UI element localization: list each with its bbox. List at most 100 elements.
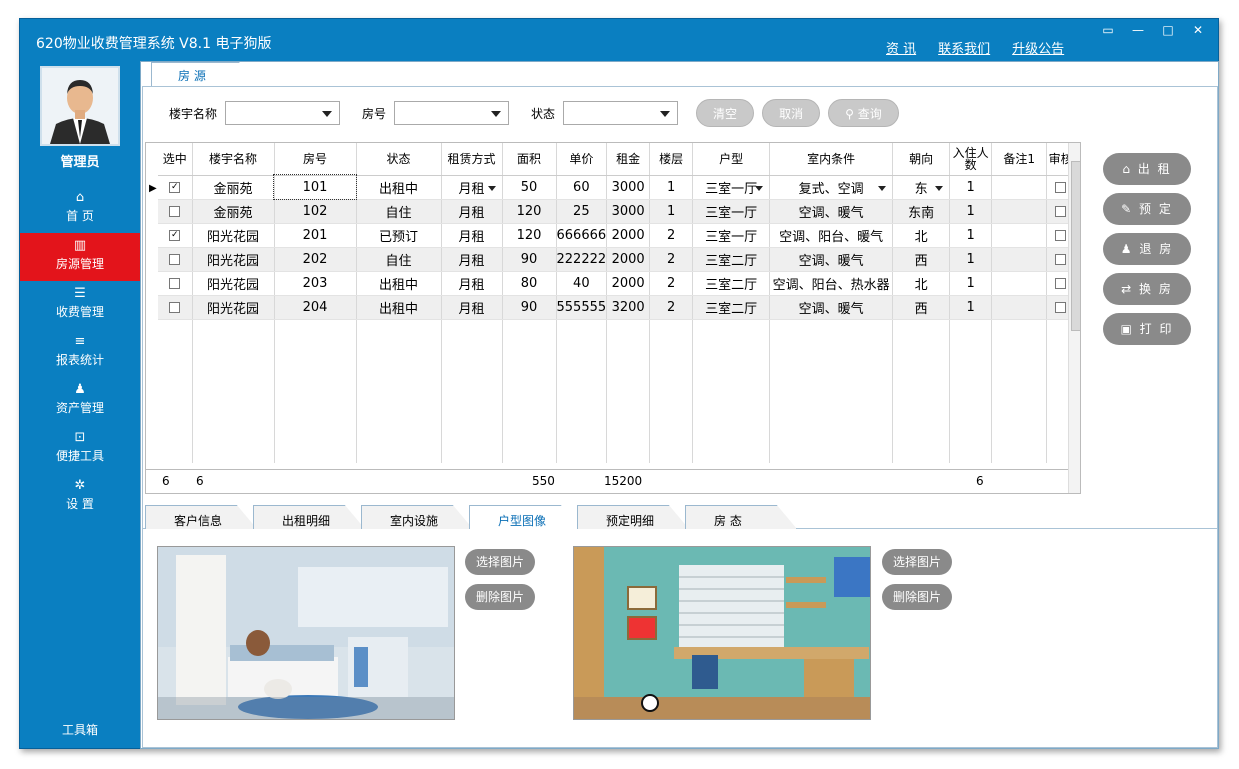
col-header[interactable]: 选中 — [158, 143, 193, 176]
cell-rent[interactable]: 3000 — [606, 199, 651, 224]
cell-facing[interactable]: 东南 — [892, 199, 951, 224]
cell-layout[interactable]: 三室二厅 — [692, 271, 771, 296]
cell-building[interactable]: 阳光花园 — [192, 247, 275, 272]
cell-note[interactable] — [991, 271, 1048, 296]
tab-facilities[interactable]: 室内设施 — [361, 505, 473, 529]
cell-lease[interactable]: 月租 — [441, 247, 503, 272]
cell-area[interactable]: 80 — [502, 271, 557, 296]
col-header[interactable]: 户型 — [692, 143, 771, 176]
table-row[interactable]: 阳光花园 202 自住 月租 90 222222 2000 2 三室二厅 空调、暖气西 1 — [158, 247, 1076, 272]
row-select-cell[interactable] — [158, 295, 193, 320]
vertical-scrollbar[interactable] — [1068, 143, 1080, 493]
cell-floor[interactable]: 1 — [649, 175, 694, 200]
row-checkbox[interactable] — [169, 205, 181, 217]
status-select[interactable] — [563, 101, 679, 125]
row-select-cell[interactable] — [158, 247, 193, 272]
maximize-icon[interactable]: □ — [1154, 22, 1182, 40]
cell-facing[interactable]: 北 — [892, 223, 951, 248]
tab-floorplan-image[interactable]: 户型图像 — [469, 505, 581, 529]
room-select[interactable] — [394, 101, 510, 125]
nav-item-property[interactable]: ▥ 房源管理 — [20, 233, 140, 281]
close-icon[interactable]: ✕ — [1184, 22, 1212, 40]
nav-item-report[interactable]: ≡ 报表统计 — [20, 329, 140, 377]
cell-floor[interactable]: 2 — [649, 295, 694, 320]
row-checkbox[interactable] — [169, 253, 181, 265]
cell-layout[interactable]: 三室一厅 — [692, 199, 771, 224]
cell-status[interactable]: 自住 — [356, 247, 442, 272]
select-image-button-2[interactable]: 选择图片 — [882, 549, 952, 575]
cell-floor[interactable]: 2 — [649, 271, 694, 296]
col-header[interactable]: 面积 — [502, 143, 557, 176]
cell-layout[interactable]: 三室二厅 — [692, 295, 771, 320]
cell-status[interactable]: 出租中 — [356, 175, 442, 200]
audit-checkbox[interactable] — [1055, 301, 1067, 313]
nav-item-tools[interactable]: ⊡ 便捷工具 — [20, 425, 140, 473]
cell-people[interactable]: 1 — [949, 199, 993, 224]
col-header[interactable]: 楼层 — [649, 143, 694, 176]
cell-facing[interactable]: 北 — [892, 271, 951, 296]
cell-rent[interactable]: 3000 — [606, 175, 651, 200]
tab-rent-detail[interactable]: 出租明细 — [253, 505, 365, 529]
col-header[interactable]: 室内条件 — [769, 143, 894, 176]
cell-building[interactable]: 金丽苑 — [192, 175, 275, 200]
nav-item-settings[interactable]: ✲ 设 置 — [20, 473, 140, 521]
cell-cond[interactable]: 空调、暖气 — [769, 247, 894, 272]
cell-price[interactable]: 222222 — [556, 247, 608, 272]
cell-status[interactable]: 已预订 — [356, 223, 442, 248]
cell-people[interactable]: 1 — [949, 223, 993, 248]
cell-rent[interactable]: 3200 — [606, 295, 651, 320]
cell-price[interactable]: 666666 — [556, 223, 608, 248]
cell-status[interactable]: 出租中 — [356, 271, 442, 296]
col-header[interactable]: 备注1 — [991, 143, 1048, 176]
row-select-cell[interactable] — [158, 271, 193, 296]
tab-property[interactable]: 房 源 — [151, 62, 261, 88]
table-row[interactable]: 金丽苑 102 自住 月租 120 25 3000 1 三室一厅 空调、暖气 东南 1 — [158, 199, 1076, 224]
col-header[interactable]: 朝向 — [892, 143, 951, 176]
table-row[interactable]: 阳光花园 204 出租中 月租 90 555555 3200 2 三室二厅 空调、暖气西 1 — [158, 295, 1076, 320]
scroll-thumb[interactable] — [1071, 161, 1080, 331]
building-select[interactable] — [225, 101, 341, 125]
menu-icon[interactable]: ▭ — [1094, 22, 1122, 40]
cell-cond[interactable]: 空调、暖气 — [769, 295, 894, 320]
cell-facing[interactable]: 西 — [892, 295, 951, 320]
nav-item-asset[interactable]: ♟ 资产管理 — [20, 377, 140, 425]
cell-note[interactable] — [991, 247, 1048, 272]
cell-building[interactable]: 阳光花园 — [192, 271, 275, 296]
cell-area[interactable]: 120 — [502, 199, 557, 224]
row-checkbox[interactable] — [169, 301, 181, 313]
reserve-button[interactable]: ✎ 预 定 — [1103, 193, 1191, 225]
cell-room[interactable]: 204 — [274, 295, 357, 320]
col-header[interactable]: 租金 — [606, 143, 651, 176]
checkout-button[interactable]: ♟ 退 房 — [1103, 233, 1191, 265]
delete-image-button-1[interactable]: 删除图片 — [465, 584, 535, 610]
cell-building[interactable]: 金丽苑 — [192, 199, 275, 224]
query-button[interactable]: ⚲ 查询 — [828, 99, 899, 127]
clear-button[interactable]: 清空 — [696, 99, 755, 127]
cell-rent[interactable]: 2000 — [606, 247, 651, 272]
cell-price[interactable]: 40 — [556, 271, 608, 296]
row-select-cell[interactable]: ✓ — [158, 223, 193, 248]
cell-lease[interactable]: 月租 — [441, 199, 503, 224]
cell-people[interactable]: 1 — [949, 295, 993, 320]
cell-status[interactable]: 自住 — [356, 199, 442, 224]
cell-area[interactable]: 50 — [502, 175, 557, 200]
cell-layout[interactable]: 三室一厅 — [692, 223, 771, 248]
table-row[interactable]: 阳光花园 203 出租中 月租 80 40 2000 2 三室二厅 空调、阳台、热水器北 1 — [158, 271, 1076, 296]
tab-reserve-detail[interactable]: 预定明细 — [577, 505, 689, 529]
col-header[interactable]: 单价 — [556, 143, 608, 176]
table-row[interactable]: ✓ 阳光花园 201 已预订 月租 120 666666 2000 2 三室一厅 空调、阳台、暖气北… — [158, 223, 1076, 248]
cell-area[interactable]: 90 — [502, 295, 557, 320]
link-news[interactable]: 资 讯 — [886, 38, 916, 57]
cell-floor[interactable]: 2 — [649, 223, 694, 248]
col-header[interactable]: 状态 — [356, 143, 442, 176]
cell-building[interactable]: 阳光花园 — [192, 295, 275, 320]
cell-layout[interactable]: 三室一厅 — [692, 175, 771, 200]
cell-people[interactable]: 1 — [949, 247, 993, 272]
print-button[interactable]: ▣ 打 印 — [1103, 313, 1191, 345]
cell-room[interactable]: 203 — [274, 271, 357, 296]
delete-image-button-2[interactable]: 删除图片 — [882, 584, 952, 610]
cell-people[interactable]: 1 — [949, 175, 993, 200]
row-checkbox[interactable]: ✓ — [169, 181, 181, 193]
cell-cond[interactable]: 复式、空调 — [769, 175, 894, 200]
audit-checkbox[interactable] — [1055, 229, 1067, 241]
